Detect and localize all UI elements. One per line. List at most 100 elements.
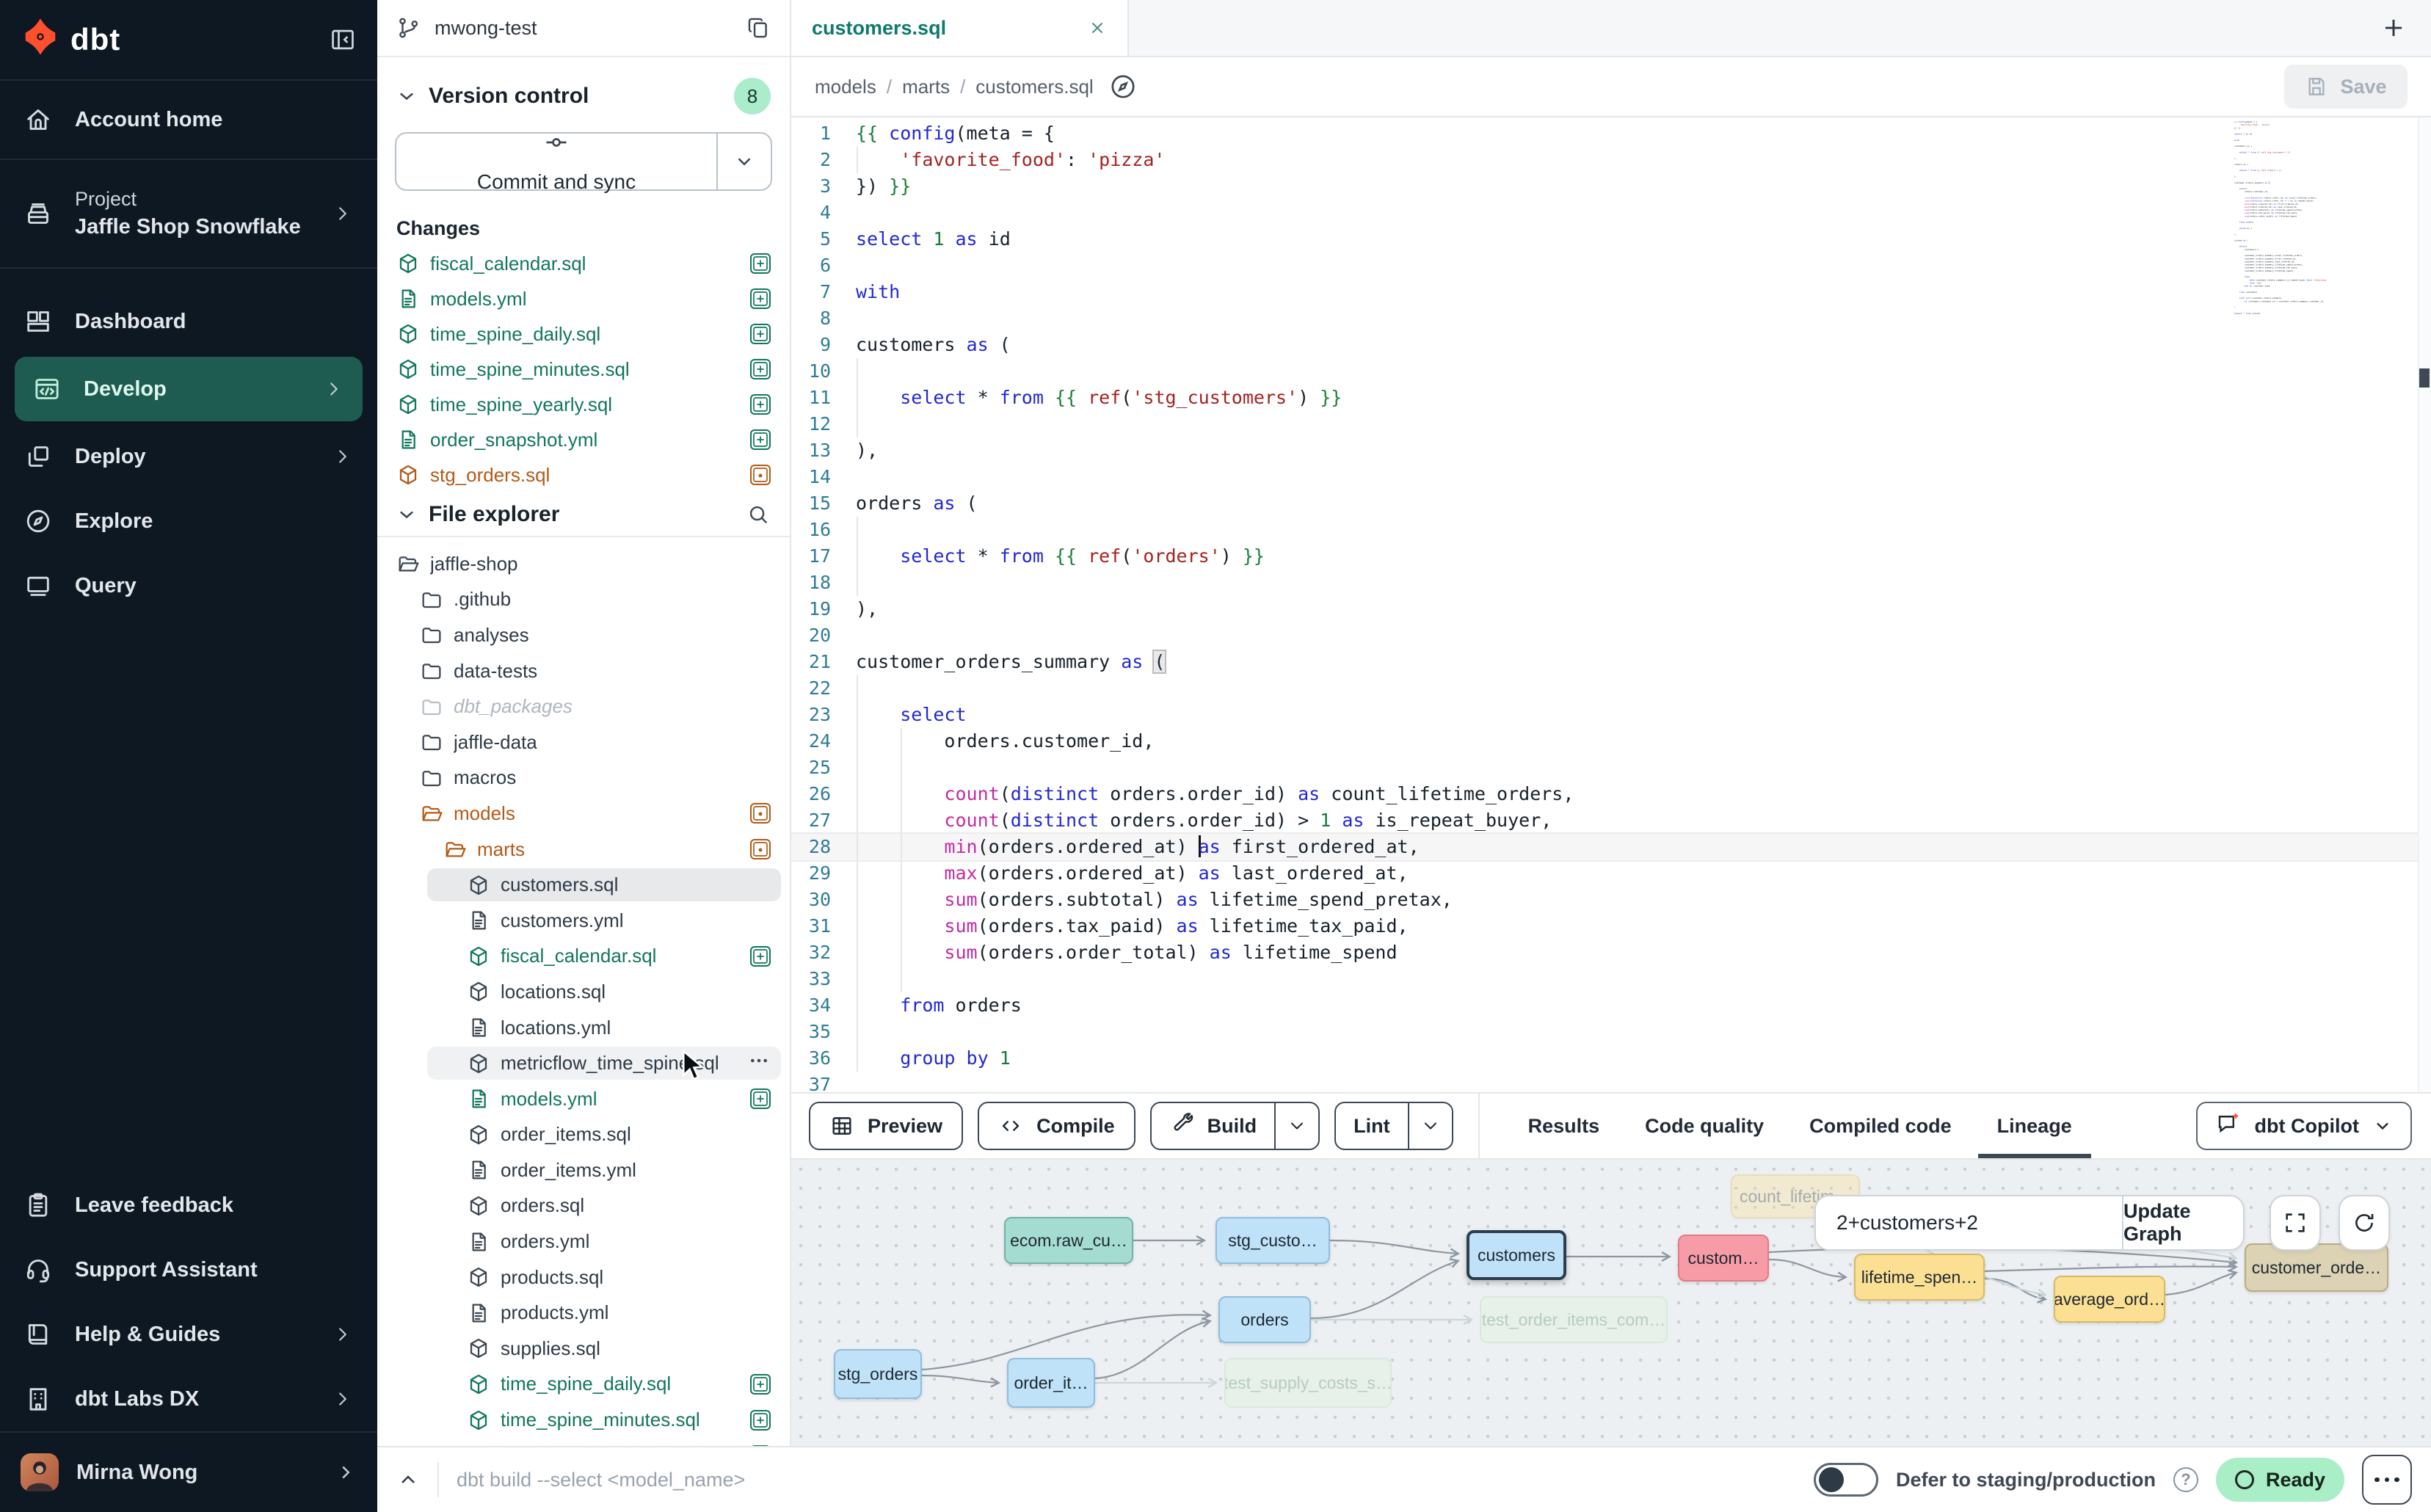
code-line[interactable]: 17 select * from {{ ref('orders') }}	[791, 543, 2431, 570]
code-line[interactable]: 13),	[791, 437, 2431, 464]
sidebar-item-develop[interactable]: Develop	[15, 357, 363, 421]
row-menu-icon[interactable]	[747, 1049, 771, 1077]
code-line[interactable]: 8	[791, 305, 2431, 332]
lineage-node-ecom-raw-customers[interactable]: ecom.raw_cu…	[1004, 1217, 1133, 1264]
lint-options-chevron[interactable]	[1408, 1103, 1452, 1149]
commit-options-chevron[interactable]	[716, 134, 771, 189]
stage-add-badge[interactable]	[750, 1410, 771, 1431]
stage-add-badge[interactable]	[750, 1088, 771, 1109]
lineage-search-input[interactable]	[1816, 1196, 2122, 1249]
tree-item-locations-sql[interactable]: locations.sql	[377, 974, 790, 1010]
tree-item-analyses[interactable]: analyses	[377, 617, 790, 653]
tree-item-customers-sql[interactable]: customers.sql	[377, 867, 790, 903]
new-tab-button[interactable]	[2380, 0, 2408, 56]
tree-item-time-spine-daily-sql[interactable]: time_spine_daily.sql	[377, 1367, 790, 1403]
explore-compass-icon[interactable]	[1108, 72, 1138, 101]
stage-add-badge[interactable]	[750, 324, 771, 344]
code-line[interactable]: 25	[791, 755, 2431, 781]
tab-lineage[interactable]: Lineage	[1997, 1094, 2072, 1158]
dbt-copilot-button[interactable]: dbt Copilot	[2196, 1102, 2412, 1150]
code-line[interactable]: 19),	[791, 596, 2431, 622]
tab-customers-sql[interactable]: customers.sql	[791, 0, 1129, 56]
lineage-node-test-order-items[interactable]: test_order_items_com…	[1480, 1296, 1668, 1343]
breadcrumb-segment[interactable]: models	[815, 76, 876, 98]
close-icon[interactable]	[1088, 18, 1107, 37]
change-item[interactable]: order_snapshot.yml	[377, 422, 790, 457]
stage-add-badge[interactable]	[750, 946, 771, 967]
lineage-node-stg-customers[interactable]: stg_custo…	[1216, 1217, 1330, 1264]
sidebar-item-project[interactable]: ProjectJaffle Shop Snowflake	[0, 160, 377, 269]
stage-add-badge[interactable]	[750, 253, 771, 274]
code-line[interactable]: 10	[791, 358, 2431, 385]
tree-item-supplies-sql[interactable]: supplies.sql	[377, 1331, 790, 1367]
code-line[interactable]: 15orders as (	[791, 490, 2431, 517]
tree-item--github[interactable]: .github	[377, 582, 790, 618]
sidebar-item-deploy[interactable]: Deploy	[0, 424, 377, 489]
code-line[interactable]: 9customers as (	[791, 332, 2431, 358]
code-line[interactable]: 18	[791, 570, 2431, 596]
stage-add-badge[interactable]	[750, 288, 771, 309]
tree-item-metricflow-time-spine-sql[interactable]: metricflow_time_spine.sql	[377, 1045, 790, 1081]
lineage-node-customers[interactable]: customers	[1467, 1230, 1566, 1280]
tree-item-order-items-sql[interactable]: order_items.sql	[377, 1117, 790, 1153]
update-graph-button[interactable]: Update Graph	[2122, 1196, 2243, 1249]
lineage-node-customer-pink[interactable]: custom…	[1678, 1235, 1769, 1282]
tree-item-products-sql[interactable]: products.sql	[377, 1260, 790, 1295]
tree-item-models[interactable]: models	[377, 796, 790, 832]
code-line[interactable]: 1{{ config(meta = {	[791, 120, 2431, 147]
tree-item-jaffle-shop[interactable]: jaffle-shop	[377, 546, 790, 582]
lineage-node-orders[interactable]: orders	[1218, 1296, 1311, 1343]
sidebar-item-support-assistant[interactable]: Support Assistant	[0, 1237, 377, 1302]
sidebar-item-help-guides[interactable]: Help & Guides	[0, 1302, 377, 1367]
code-line[interactable]: 32 sum(orders.order_total) as lifetime_s…	[791, 939, 2431, 966]
stage-add-badge[interactable]	[750, 1445, 771, 1446]
code-line[interactable]: 5select 1 as id	[791, 226, 2431, 252]
change-item[interactable]: time_spine_daily.sql	[377, 316, 790, 352]
change-item[interactable]: fiscal_calendar.sql	[377, 246, 790, 281]
dbt-command-input[interactable]	[457, 1469, 1796, 1491]
tree-item-models-yml[interactable]: models.yml	[377, 1081, 790, 1117]
sidebar-item-account-home[interactable]: Account home	[0, 81, 377, 160]
tree-item-dbt-packages[interactable]: dbt_packages	[377, 688, 790, 724]
help-icon[interactable]: ?	[2173, 1467, 2198, 1492]
tree-item-products-yml[interactable]: products.yml	[377, 1295, 790, 1331]
code-line[interactable]: 29 max(orders.ordered_at) as last_ordere…	[791, 860, 2431, 887]
code-line[interactable]: 16	[791, 517, 2431, 543]
code-line[interactable]: 31 sum(orders.tax_paid) as lifetime_tax_…	[791, 913, 2431, 939]
commit-and-sync-button[interactable]: Commit and sync	[395, 132, 772, 191]
tab-results[interactable]: Results	[1528, 1094, 1600, 1158]
code-line[interactable]: 14	[791, 464, 2431, 490]
build-button[interactable]: Build	[1150, 1102, 1320, 1150]
search-icon[interactable]	[746, 502, 771, 527]
code-line[interactable]: 27 count(distinct orders.order_id) > 1 a…	[791, 807, 2431, 834]
breadcrumb-segment[interactable]: marts	[902, 76, 950, 98]
minimap[interactable]: 1{{ config(meta = {2 'favorite_food': 'p…	[2234, 120, 2361, 341]
lineage-node-average-order[interactable]: average_ord…	[2054, 1276, 2165, 1323]
defer-toggle[interactable]	[1814, 1463, 1878, 1497]
code-line[interactable]: 30 sum(orders.subtotal) as lifetime_spen…	[791, 887, 2431, 913]
code-line[interactable]: 3}) }}	[791, 173, 2431, 200]
tree-item-marts[interactable]: marts	[377, 832, 790, 868]
lineage-node-test-supply-costs[interactable]: test_supply_costs_s…	[1224, 1358, 1392, 1408]
lineage-node-lifetime-spend[interactable]: lifetime_spen…	[1854, 1254, 1985, 1301]
code-line[interactable]: 33	[791, 966, 2431, 992]
code-line[interactable]: 24 orders.customer_id,	[791, 728, 2431, 755]
code-line[interactable]: 2 'favorite_food': 'pizza'	[791, 147, 2431, 173]
sidebar-item-explore[interactable]: Explore	[0, 489, 377, 553]
sidebar-collapse-icon[interactable]	[329, 26, 357, 54]
save-button[interactable]: Save	[2284, 65, 2408, 109]
tree-item-jaffle-data[interactable]: jaffle-data	[377, 724, 790, 760]
tree-item-order-items-yml[interactable]: order_items.yml	[377, 1152, 790, 1188]
modified-badge[interactable]	[750, 839, 771, 859]
sidebar-item-dashboard[interactable]: Dashboard	[0, 289, 377, 354]
code-line[interactable]: 21customer_orders_summary as (	[791, 649, 2431, 675]
change-item[interactable]: models.yml	[377, 281, 790, 316]
tree-item-time-spine-minutes-sql[interactable]: time_spine_minutes.sql	[377, 1402, 790, 1438]
code-line[interactable]: 34 from orders	[791, 992, 2431, 1019]
code-line[interactable]: 23 select	[791, 702, 2431, 728]
tree-item-orders-yml[interactable]: orders.yml	[377, 1224, 790, 1260]
change-item[interactable]: time_spine_minutes.sql	[377, 352, 790, 387]
user-menu[interactable]: Mirna Wong	[0, 1431, 377, 1512]
code-line[interactable]: 12	[791, 411, 2431, 437]
code-line[interactable]: 22	[791, 675, 2431, 702]
